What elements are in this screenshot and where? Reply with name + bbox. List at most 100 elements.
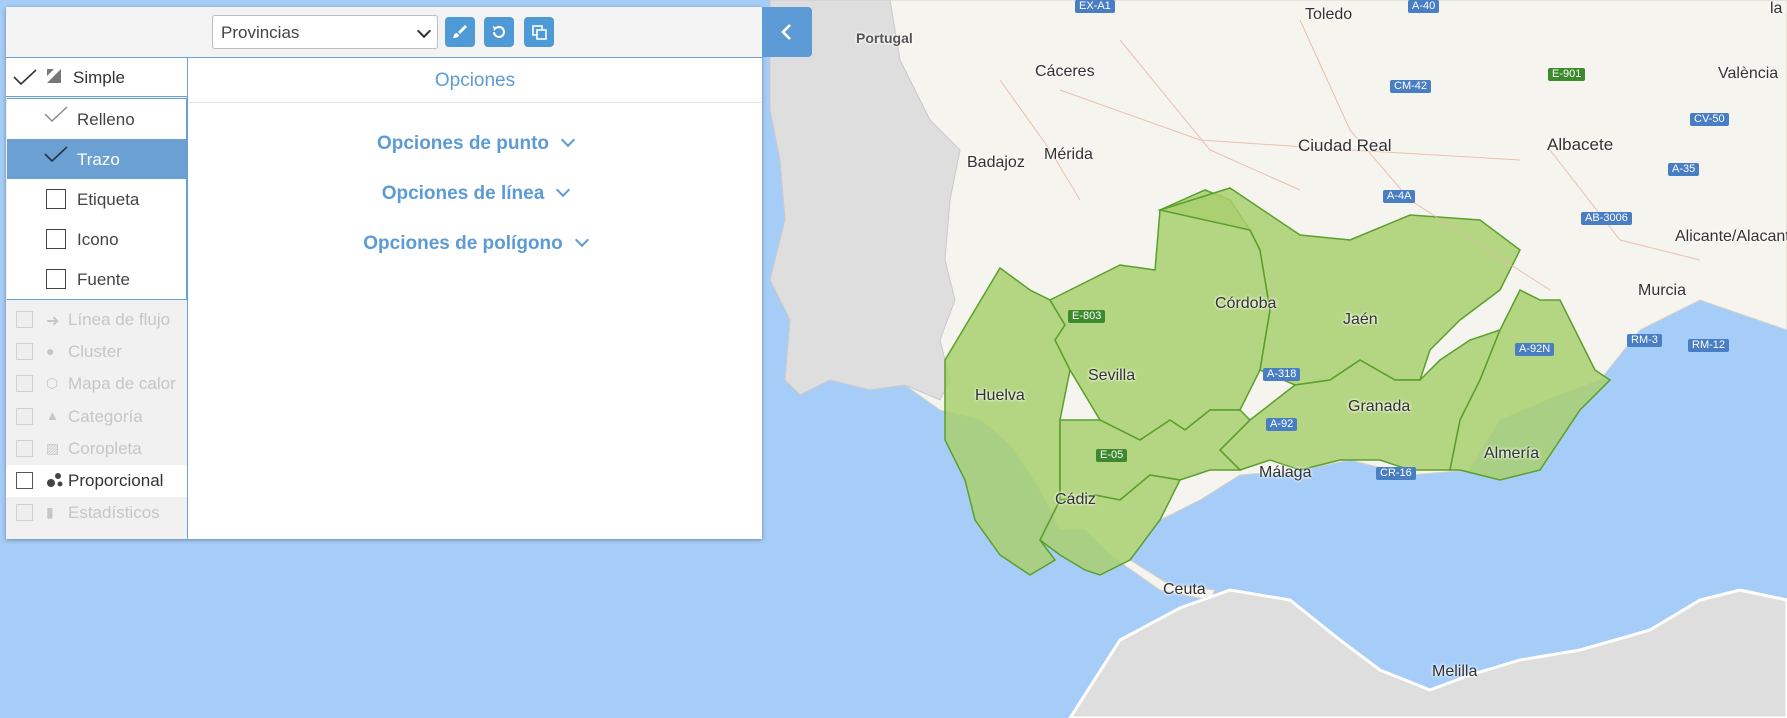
style-simple[interactable]: Simple	[6, 58, 187, 97]
road-badge: RM-3	[1627, 334, 1662, 347]
style-label: Proporcional	[68, 471, 164, 490]
sub-item-etiqueta[interactable]: Etiqueta	[7, 179, 187, 219]
road-badge: RM-12	[1688, 339, 1730, 352]
copy-icon	[532, 25, 547, 40]
city-label: Mérida	[1044, 146, 1093, 163]
chevron-left-icon	[781, 24, 791, 40]
shapes-icon: ▲	[46, 408, 59, 423]
city-label: Ciudad Real	[1298, 136, 1392, 155]
road-badge: CR-16	[1376, 467, 1416, 480]
city-label: Albacete	[1547, 135, 1614, 154]
simple-style-icon	[47, 69, 61, 83]
style-label: Mapa de calor	[68, 374, 176, 393]
road-badge: CM-42	[1390, 80, 1432, 93]
checkbox[interactable]	[16, 472, 33, 489]
city-label: Melilla	[1432, 663, 1478, 680]
city-label: Cáceres	[1035, 63, 1095, 80]
polygon-options-toggle[interactable]: Opciones de polígono	[188, 232, 762, 255]
section-label: Opciones de línea	[381, 183, 545, 204]
sub-item-label: Fuente	[77, 270, 130, 289]
sub-item-label: Relleno	[77, 110, 135, 129]
africa-land	[1068, 588, 1787, 718]
sub-item-relleno[interactable]: Relleno	[7, 99, 187, 139]
road-badge: A-318	[1263, 368, 1301, 381]
checkbox	[16, 311, 33, 328]
road-badge: A-40	[1408, 0, 1440, 13]
style-cluster: ● Cluster	[6, 336, 187, 368]
layer-select[interactable]: Provincias	[212, 15, 438, 49]
checkbox[interactable]	[46, 229, 66, 249]
city-label: Almería	[1484, 445, 1540, 462]
city-label: Badajoz	[967, 154, 1025, 171]
sub-item-label: Icono	[77, 230, 119, 249]
chevron-down-icon	[556, 182, 571, 198]
road-badge: A-35	[1668, 163, 1700, 176]
checkbox[interactable]	[46, 189, 66, 209]
style-statistics: ▮ Estadísticos	[6, 497, 187, 529]
sub-item-trazo[interactable]: Trazo	[7, 139, 187, 179]
style-panel: Provincias Simple Relleno Trazo Etiqueta…	[6, 7, 762, 539]
proportional-icon	[47, 473, 63, 487]
style-choropleth: ▨ Coropleta	[6, 433, 187, 465]
road-badge: A-4A	[1383, 190, 1416, 203]
road-badge: E-05	[1096, 449, 1128, 462]
style-type-list: Simple Relleno Trazo Etiqueta Icono Fuen…	[6, 58, 188, 539]
checkbox	[16, 343, 33, 360]
checkbox	[16, 440, 33, 457]
style-label: Categoría	[68, 407, 143, 426]
line-options-toggle[interactable]: Opciones de línea	[188, 182, 762, 205]
check-icon	[44, 146, 68, 163]
layer-select-value: Provincias	[221, 23, 300, 42]
brush-icon	[453, 25, 467, 38]
city-label: Ceuta	[1163, 581, 1206, 598]
style-category: ▲ Categoría	[6, 401, 187, 433]
sub-item-label: Etiqueta	[77, 190, 140, 209]
options-pane: Opciones Opciones de punto Opciones de l…	[188, 58, 762, 539]
city-label: la P	[1770, 0, 1787, 17]
style-label: Coropleta	[68, 439, 142, 458]
collapse-panel-button[interactable]	[762, 7, 812, 57]
style-label: Cluster	[68, 342, 122, 361]
sub-item-icono[interactable]: Icono	[7, 219, 187, 259]
heatmap-icon: ⬡	[46, 375, 59, 391]
check-icon	[13, 69, 37, 86]
city-label: València	[1718, 65, 1779, 82]
road-badge: CV-50	[1690, 113, 1729, 126]
road-badge: E-803	[1068, 310, 1106, 323]
chevron-down-icon	[560, 132, 576, 148]
city-label: Cádiz	[1055, 491, 1096, 508]
country-label: Portugal	[856, 30, 913, 46]
road-badge: AB-3006	[1581, 212, 1632, 225]
style-flow-line: ➜ Línea de flujo	[6, 304, 187, 336]
reset-icon	[493, 26, 505, 38]
copy-button[interactable]	[524, 17, 554, 47]
checkbox[interactable]	[46, 269, 66, 289]
simple-sub-options: Relleno Trazo Etiqueta Icono Fuente	[7, 98, 187, 300]
style-proportional[interactable]: Proporcional	[6, 465, 187, 497]
choropleth-icon: ▨	[46, 440, 60, 456]
road-badge: A-92N	[1515, 343, 1555, 356]
bar-chart-icon: ▮	[46, 504, 54, 520]
city-label: Córdoba	[1215, 295, 1277, 312]
road-badge: EX-A1	[1075, 0, 1115, 13]
brush-button[interactable]	[445, 17, 475, 47]
sub-item-fuente[interactable]: Fuente	[7, 259, 187, 299]
style-label: Estadísticos	[68, 503, 160, 522]
city-label: Toledo	[1305, 6, 1353, 23]
city-label: Jaén	[1343, 311, 1378, 328]
road-badge: E-901	[1548, 68, 1586, 81]
check-icon	[44, 106, 68, 122]
city-label: Málaga	[1259, 464, 1312, 481]
sub-item-label: Trazo	[77, 150, 120, 169]
style-simple-label: Simple	[73, 68, 125, 87]
city-label: Alicante/Alacant	[1675, 228, 1787, 245]
panel-toolbar: Provincias	[6, 7, 762, 58]
road-badge: A-92	[1266, 418, 1298, 431]
point-options-toggle[interactable]: Opciones de punto	[188, 132, 762, 155]
city-label: Sevilla	[1088, 367, 1136, 384]
checkbox	[16, 408, 33, 425]
section-label: Opciones de polígono	[363, 233, 563, 254]
city-label: Huelva	[975, 387, 1025, 404]
reset-button[interactable]	[484, 17, 514, 47]
chevron-down-icon	[416, 23, 432, 39]
